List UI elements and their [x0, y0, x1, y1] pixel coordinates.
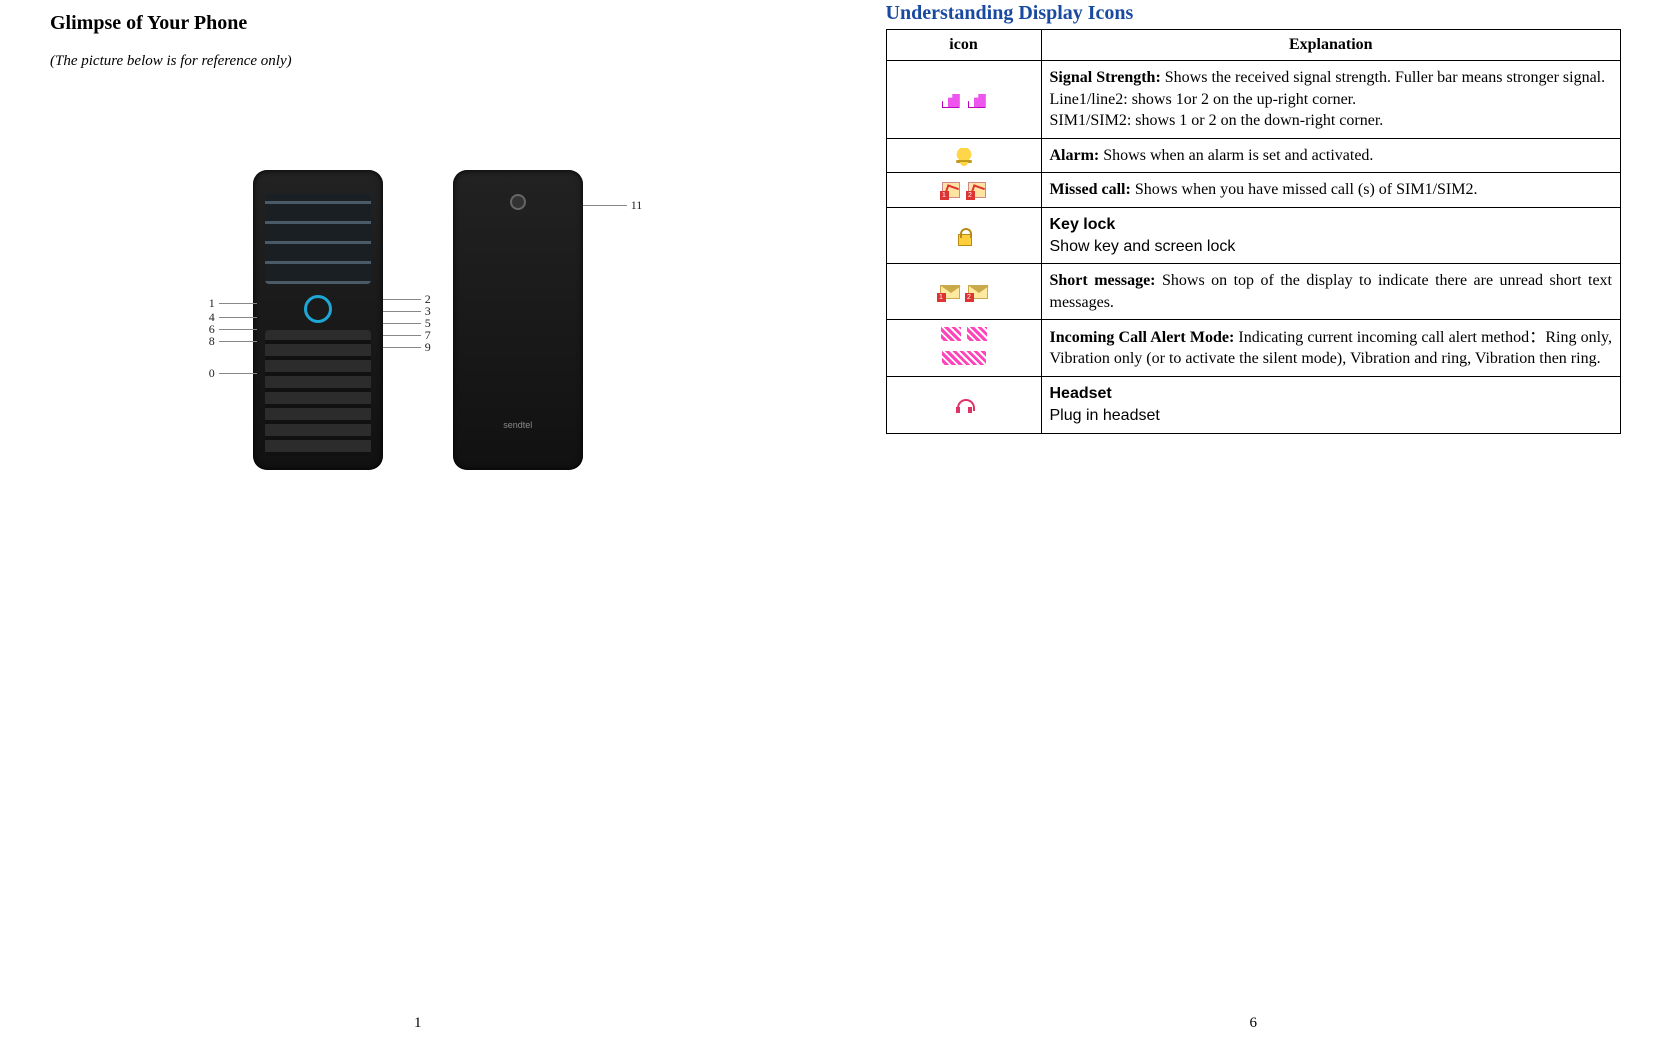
- callout-11: 11: [583, 198, 643, 213]
- callout-9: 9: [383, 340, 431, 355]
- table-row: Key lock Show key and screen lock: [886, 207, 1621, 263]
- phone-front: 1 4 6 8 0 2 3 5 7 9: [253, 170, 383, 470]
- signal-icon: [968, 90, 986, 108]
- document-spread: Glimpse of Your Phone (The picture below…: [0, 0, 1671, 1050]
- phone-back-brand: sendtel: [453, 420, 583, 430]
- table-row: Alarm: Shows when an alarm is set and ac…: [886, 138, 1621, 173]
- page-right: Understanding Display Icons icon Explana…: [836, 0, 1671, 1050]
- sms-bold: Short message:: [1050, 272, 1156, 289]
- keylock-text: Show key and screen lock: [1050, 236, 1613, 258]
- signal-bold: Signal Strength:: [1050, 69, 1161, 86]
- explain-headset: Headset Plug in headset: [1041, 377, 1621, 433]
- phone-illustration: 1 4 6 8 0 2 3 5 7 9 sendtel 11: [50, 170, 786, 470]
- explain-alarm: Alarm: Shows when an alarm is set and ac…: [1041, 138, 1621, 173]
- icon-cell-alarm: [886, 138, 1041, 173]
- icon-cell-missed: 1 2: [886, 173, 1041, 208]
- missed-tag-2: 2: [966, 191, 975, 200]
- message-icon: 2: [968, 285, 988, 299]
- message-icon: 1: [940, 285, 960, 299]
- phone-ok-ring: [304, 295, 332, 323]
- headset-bold: Headset: [1050, 383, 1613, 405]
- left-page-number: 1: [0, 1015, 836, 1032]
- callout-8-label: 8: [209, 334, 215, 349]
- headset-icon: [955, 397, 973, 413]
- callout-9-label: 9: [425, 340, 431, 355]
- alarm-icon: [955, 148, 973, 164]
- alert-mode-icon: [942, 351, 986, 365]
- sms-tag-1: 1: [937, 293, 946, 302]
- missed-bold: Missed call:: [1050, 181, 1131, 198]
- right-page-title: Understanding Display Icons: [886, 2, 1622, 25]
- icon-cell-signal: [886, 61, 1041, 139]
- signal-text: Shows the received signal strength. Full…: [1161, 69, 1605, 86]
- phone-front-screen: [265, 194, 371, 284]
- header-explanation: Explanation: [1041, 30, 1621, 61]
- missed-text: Shows when you have missed call (s) of S…: [1131, 181, 1478, 198]
- table-header-row: icon Explanation: [886, 30, 1621, 61]
- left-page-title: Glimpse of Your Phone: [50, 12, 786, 35]
- callout-1: 1: [209, 296, 257, 311]
- alert-mode-icon: [941, 327, 961, 341]
- explain-signal: Signal Strength: Shows the received sign…: [1041, 61, 1621, 139]
- icon-cell-alertmode: [886, 320, 1041, 377]
- icon-cell-sms: 1 2: [886, 264, 1041, 320]
- callout-0: 0: [209, 366, 257, 381]
- alertmode-bold: Incoming Call Alert Mode:: [1050, 329, 1235, 346]
- explain-alertmode: Incoming Call Alert Mode: Indicating cur…: [1041, 320, 1621, 377]
- lock-icon: [955, 228, 973, 244]
- icons-table: icon Explanation Signal Strength: Shows …: [886, 29, 1622, 434]
- left-page-subtitle: (The picture below is for reference only…: [50, 53, 786, 70]
- missed-tag-1: 1: [940, 191, 949, 200]
- phone-nav-row: [263, 294, 373, 324]
- phone-back-body: sendtel: [453, 170, 583, 470]
- table-row: Headset Plug in headset: [886, 377, 1621, 433]
- missed-call-icon: 1: [942, 182, 960, 198]
- table-row: Signal Strength: Shows the received sign…: [886, 61, 1621, 139]
- sms-tag-2: 2: [965, 293, 974, 302]
- table-row: Incoming Call Alert Mode: Indicating cur…: [886, 320, 1621, 377]
- icon-cell-keylock: [886, 207, 1041, 263]
- right-page-number: 6: [836, 1015, 1671, 1032]
- explain-sms: Short message: Shows on top of the displ…: [1041, 264, 1621, 320]
- explain-keylock: Key lock Show key and screen lock: [1041, 207, 1621, 263]
- table-row: 1 2 Short message: Shows on top of the d…: [886, 264, 1621, 320]
- callout-11-label: 11: [631, 198, 643, 213]
- phone-back: sendtel 11: [453, 170, 583, 470]
- callout-8: 8: [209, 334, 257, 349]
- phone-back-lens: [510, 194, 526, 210]
- phone-front-body: [253, 170, 383, 470]
- table-row: 1 2 Missed call: Shows when you have mis…: [886, 173, 1621, 208]
- signal-line2: Line1/line2: shows 1or 2 on the up-right…: [1050, 91, 1357, 108]
- phone-front-keypad: [265, 330, 371, 456]
- headset-text: Plug in headset: [1050, 405, 1613, 427]
- icon-cell-headset: [886, 377, 1041, 433]
- header-icon: icon: [886, 30, 1041, 61]
- missed-call-icon: 2: [968, 182, 986, 198]
- alert-mode-icon: [967, 327, 987, 341]
- keylock-bold: Key lock: [1050, 214, 1613, 236]
- callout-1-label: 1: [209, 296, 215, 311]
- alarm-text: Shows when an alarm is set and activated…: [1099, 147, 1373, 164]
- signal-icon: [942, 90, 960, 108]
- alarm-bold: Alarm:: [1050, 147, 1100, 164]
- signal-line3: SIM1/SIM2: shows 1 or 2 on the down-righ…: [1050, 112, 1384, 129]
- explain-missed: Missed call: Shows when you have missed …: [1041, 173, 1621, 208]
- callout-0-label: 0: [209, 366, 215, 381]
- page-left: Glimpse of Your Phone (The picture below…: [0, 0, 836, 1050]
